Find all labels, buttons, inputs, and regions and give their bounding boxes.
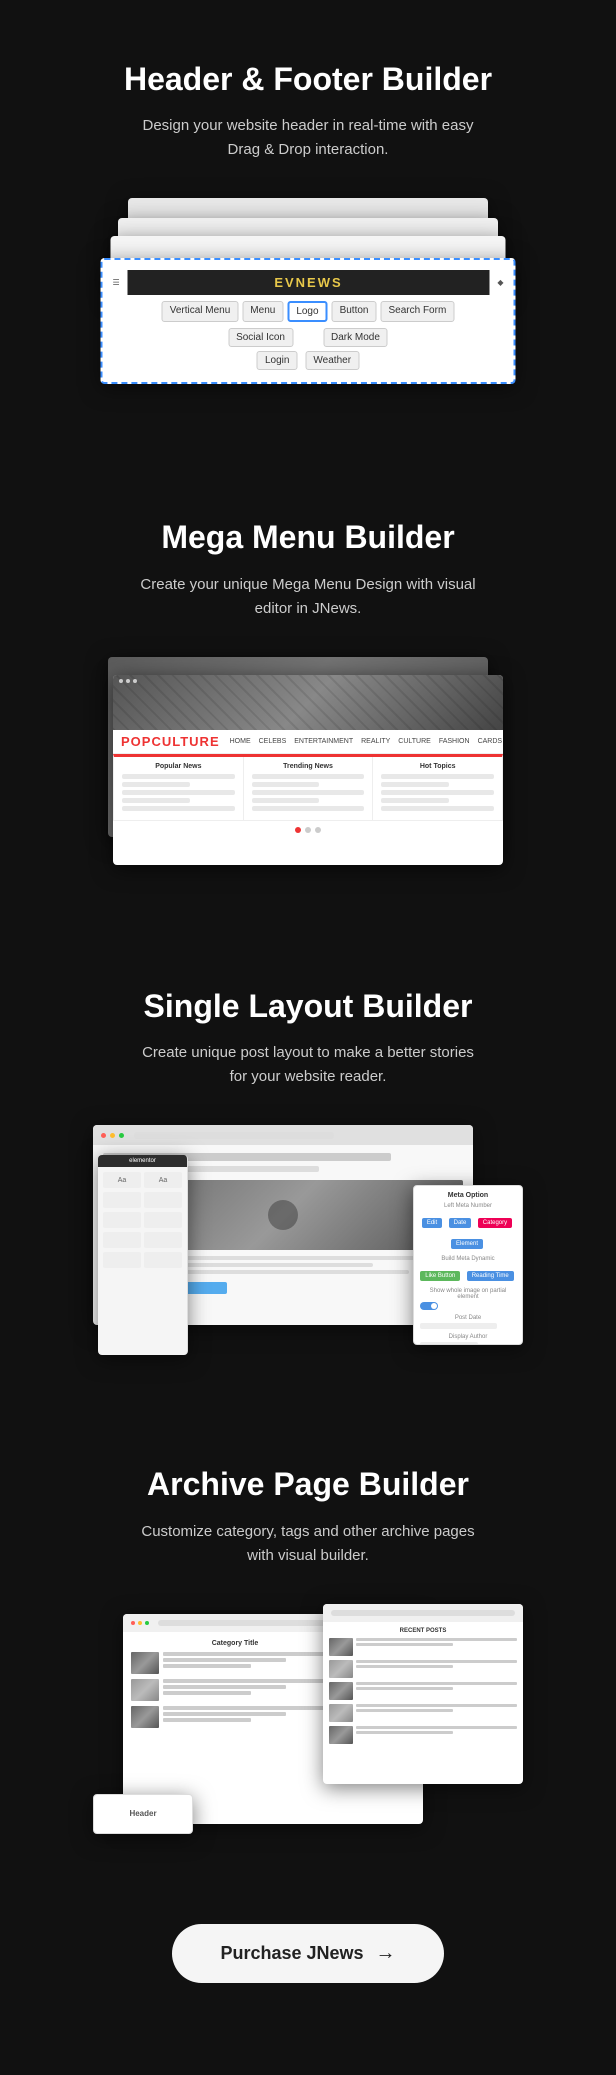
side-article-4 xyxy=(329,1704,517,1722)
single-back-header xyxy=(93,1125,473,1145)
mega-nav-items: HOME CELEBS ENTERTAINMENT REALITY CULTUR… xyxy=(230,738,502,745)
purchase-button[interactable]: Purchase JNews → xyxy=(172,1924,443,1983)
mega-col-2: Trending News xyxy=(244,757,374,820)
widget-social-icon[interactable]: Social Icon xyxy=(228,328,293,347)
mega-mockup: POPCULTURE HOME CELEBS ENTERTAINMENT REA… xyxy=(98,657,518,877)
purchase-label: Purchase JNews xyxy=(220,1943,363,1964)
hf-mockup: THE SNEAKERS WATCH NEWS ▮ NEWSLETTER The… xyxy=(98,198,518,408)
panel-btn-like[interactable]: Like Button xyxy=(420,1271,460,1281)
archive-article-3 xyxy=(131,1706,339,1728)
article1-img xyxy=(131,1652,159,1674)
mega-col-3: Hot Topics xyxy=(373,757,502,820)
widget-weather[interactable]: Weather xyxy=(305,351,359,370)
section4-desc: Customize category, tags and other archi… xyxy=(138,1520,478,1568)
widget-search-form[interactable]: Search Form xyxy=(380,301,454,322)
section3-title: Single Layout Builder xyxy=(40,987,576,1025)
mega-col-1: Popular News xyxy=(114,757,244,820)
single-elementor-panel: elementor Aa Aa xyxy=(98,1155,188,1355)
mega-dropdown: Popular News Trending News Hot Top xyxy=(113,754,503,821)
mega-menu-section: Mega Menu Builder Create your unique Meg… xyxy=(0,458,616,926)
mega-col3-title: Hot Topics xyxy=(381,763,494,770)
archive-side-header xyxy=(323,1604,523,1622)
archive-article-2 xyxy=(131,1679,339,1701)
panel-meta-dynamic: Build Meta Dynamic Like Button Reading T… xyxy=(420,1256,516,1283)
mega-logo: POPCULTURE xyxy=(121,734,220,749)
mega-top-image xyxy=(113,675,503,730)
side-article-1 xyxy=(329,1638,517,1656)
archive-left-col: Category Title xyxy=(131,1640,339,1733)
archive-side-body: RECENT POSTS xyxy=(323,1622,523,1754)
panel-btn-edit[interactable]: Edit xyxy=(422,1218,442,1228)
widget-menu[interactable]: Menu xyxy=(242,301,283,322)
side-article-2 xyxy=(329,1660,517,1678)
section2-desc: Create your unique Mega Menu Design with… xyxy=(138,573,478,621)
panel-btn-element[interactable]: Element xyxy=(451,1239,483,1249)
mega-pagination xyxy=(113,821,503,839)
side-article-3 xyxy=(329,1682,517,1700)
widget-vertical-menu[interactable]: Vertical Menu xyxy=(162,301,239,322)
section4-title: Archive Page Builder xyxy=(40,1465,576,1503)
widget-login[interactable]: Login xyxy=(257,351,297,370)
section2-title: Mega Menu Builder xyxy=(40,518,576,556)
archive-cat-title: Category Title xyxy=(131,1640,339,1647)
hf-widget-row-1: Vertical Menu Menu Logo Button Search Fo… xyxy=(109,301,508,322)
elementor-label: elementor xyxy=(98,1155,187,1167)
panel-toggle[interactable] xyxy=(420,1302,516,1310)
side-article-5 xyxy=(329,1726,517,1744)
archive-page-section: Archive Page Builder Customize category,… xyxy=(0,1405,616,1883)
archive-side-card: RECENT POSTS xyxy=(323,1604,523,1784)
panel-display-author: Display Author xyxy=(420,1334,516,1345)
panel-toggle-section: Show whole image on partial element xyxy=(420,1288,516,1310)
hf-main-logo: EVNEWS xyxy=(128,270,490,295)
archive-article-1 xyxy=(131,1652,339,1674)
single-meta-panel: Meta Option Left Meta Number Edit Date C… xyxy=(413,1185,523,1345)
article2-img xyxy=(131,1679,159,1701)
widget-dark-mode[interactable]: Dark Mode xyxy=(323,328,388,347)
archive-header-label-card: Header xyxy=(93,1794,193,1834)
panel-btn-reading-time[interactable]: Reading Time xyxy=(467,1271,514,1281)
mega-col1-title: Popular News xyxy=(122,763,235,770)
single-layout-section: Single Layout Builder Create unique post… xyxy=(0,927,616,1405)
mega-main-card: POPCULTURE HOME CELEBS ENTERTAINMENT REA… xyxy=(113,675,503,865)
panel-title: Meta Option xyxy=(420,1192,516,1199)
purchase-section: Purchase JNews → xyxy=(0,1884,616,2043)
mega-navbar: POPCULTURE HOME CELEBS ENTERTAINMENT REA… xyxy=(113,730,503,754)
hf-main-card: ☰ EVNEWS ◆ Vertical Menu Menu Logo Butto… xyxy=(101,258,516,384)
single-mockup: elementor Aa Aa xyxy=(93,1125,523,1355)
panel-btn-category[interactable]: Category xyxy=(478,1218,512,1228)
archive-mockup: Category Title xyxy=(93,1604,523,1834)
section3-desc: Create unique post layout to make a bett… xyxy=(138,1041,478,1089)
panel-btn-date[interactable]: Date xyxy=(449,1218,472,1228)
purchase-arrow-icon: → xyxy=(376,1942,396,1965)
widget-button[interactable]: Button xyxy=(332,301,377,322)
archive-header-label: Header xyxy=(129,1809,156,1818)
mega-col2-title: Trending News xyxy=(252,763,365,770)
panel-post-date: Post Date xyxy=(420,1315,516,1329)
header-footer-section: Header & Footer Builder Design your webs… xyxy=(0,0,616,458)
article3-img xyxy=(131,1706,159,1728)
hf-widget-row-3: Login Weather xyxy=(109,351,508,370)
section1-desc: Design your website header in real-time … xyxy=(138,114,478,162)
hf-widget-row-2: Social Icon Dark Mode xyxy=(109,328,508,347)
widget-logo[interactable]: Logo xyxy=(287,301,327,322)
panel-left-meta: Left Meta Number Edit Date Category Elem… xyxy=(420,1203,516,1251)
section1-title: Header & Footer Builder xyxy=(40,60,576,98)
